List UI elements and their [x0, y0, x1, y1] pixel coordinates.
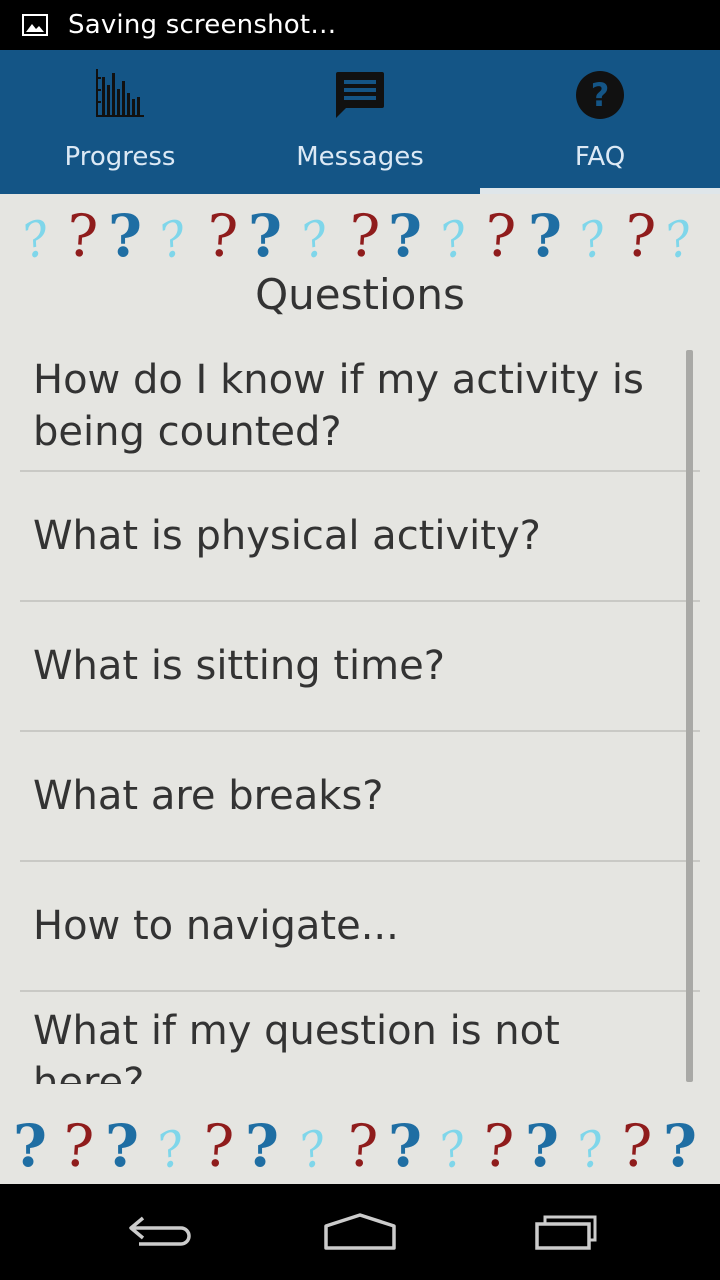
- home-button[interactable]: [315, 1204, 405, 1260]
- tab-progress[interactable]: Progress: [0, 50, 240, 194]
- question-mark-decoration: ?: [618, 1111, 654, 1181]
- bar-chart-icon: [90, 68, 150, 122]
- question-mark-decoration: ?: [17, 210, 56, 271]
- question-marks-banner: ???????????????: [13, 1111, 697, 1181]
- image-icon: [22, 14, 48, 36]
- tab-faq[interactable]: ? FAQ: [480, 50, 720, 194]
- faq-page: ??????????????? Questions How do I know …: [0, 194, 720, 1184]
- page-title: Questions: [255, 270, 465, 319]
- question-mark-decoration: ?: [660, 210, 699, 271]
- question-mark-decoration: ?: [105, 1112, 139, 1180]
- faq-question: What if my question is not here?: [33, 1008, 560, 1084]
- question-mark-decoration: ?: [204, 201, 240, 271]
- question-mark-decoration: ?: [525, 1112, 559, 1180]
- question-mark-decoration: ?: [388, 1112, 422, 1180]
- tab-messages[interactable]: Messages: [240, 50, 480, 194]
- faq-question: How do I know if my activity is being co…: [33, 357, 644, 455]
- message-icon: [330, 68, 390, 122]
- question-mark-decoration: ?: [296, 210, 335, 271]
- question-mark-decoration: ?: [528, 202, 562, 270]
- question-mark-decoration: ?: [13, 1112, 47, 1180]
- faq-question: What is sitting time?: [33, 643, 445, 689]
- faq-item-sitting-time[interactable]: What is sitting time?: [20, 602, 700, 732]
- svg-text:?: ?: [591, 76, 610, 114]
- recent-apps-icon: [535, 1215, 597, 1250]
- status-text: Saving screenshot…: [68, 10, 337, 40]
- question-mark-decoration: ?: [480, 1111, 516, 1181]
- question-mark-decoration: ?: [663, 1112, 697, 1180]
- question-mark-decoration: ?: [572, 1120, 611, 1181]
- question-mark-decoration: ?: [60, 1111, 96, 1181]
- scrollbar[interactable]: [686, 350, 693, 1082]
- back-icon: [129, 1216, 191, 1246]
- faq-item-activity-counted[interactable]: How do I know if my activity is being co…: [20, 342, 700, 472]
- faq-item-physical-activity[interactable]: What is physical activity?: [20, 472, 700, 602]
- question-mark-decoration: ?: [64, 201, 100, 271]
- question-mark-decoration: ?: [152, 1120, 191, 1181]
- recent-apps-button[interactable]: [518, 1204, 608, 1260]
- home-icon: [324, 1213, 396, 1250]
- question-mark-decoration: ?: [434, 1120, 473, 1181]
- question-mark-decoration: ?: [245, 1112, 279, 1180]
- question-mark-decoration: ?: [388, 202, 422, 270]
- tab-label: Messages: [296, 142, 424, 172]
- question-mark-decoration: ?: [108, 202, 142, 270]
- faq-item-not-here[interactable]: What if my question is not here?: [20, 992, 700, 1084]
- question-mark-decoration: ?: [248, 202, 282, 270]
- faq-question: How to navigate...: [33, 903, 399, 949]
- question-marks-banner: ???????????????: [17, 201, 699, 271]
- question-mark-decoration: ?: [200, 1111, 236, 1181]
- question-mark-decoration: ?: [482, 201, 518, 271]
- faq-item-navigate[interactable]: How to navigate...: [20, 862, 700, 992]
- question-mark-decoration: ?: [294, 1120, 333, 1181]
- tab-label: Progress: [64, 142, 176, 172]
- navigation-bar: [0, 1184, 720, 1280]
- question-mark-decoration: ?: [344, 1111, 380, 1181]
- faq-list[interactable]: How do I know if my activity is being co…: [20, 342, 700, 1084]
- question-mark-decoration: ?: [574, 210, 613, 271]
- question-mark-decoration: ?: [154, 210, 193, 271]
- help-circle-icon: ?: [570, 68, 630, 122]
- faq-item-breaks[interactable]: What are breaks?: [20, 732, 700, 862]
- status-bar: Saving screenshot…: [0, 0, 720, 50]
- faq-question: What are breaks?: [33, 773, 384, 819]
- question-mark-decoration: ?: [622, 201, 658, 271]
- question-mark-decoration: ?: [346, 201, 382, 271]
- tab-bar: Progress Messages ? FAQ: [0, 50, 720, 194]
- faq-question: What is physical activity?: [33, 513, 541, 559]
- back-button[interactable]: [115, 1204, 205, 1260]
- tab-label: FAQ: [574, 142, 626, 172]
- question-mark-decoration: ?: [435, 210, 474, 271]
